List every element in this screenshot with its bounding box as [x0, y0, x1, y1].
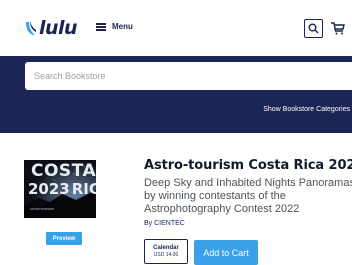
- search-button[interactable]: [304, 19, 323, 38]
- lulu-logo[interactable]: lulu: [24, 17, 78, 39]
- description-line: Deep Sky and Inhabited Nights Panoramas: [144, 177, 352, 189]
- preview-button[interactable]: Preview: [46, 232, 82, 245]
- format-option-calendar[interactable]: Calendar USD 14.00: [144, 239, 188, 264]
- cover-title-year: 2023: [28, 180, 70, 198]
- cover-title-line1: COSTA: [31, 161, 96, 181]
- book-cover-image[interactable]: COSTA 2023RICA ASTROTURISMO: [24, 160, 96, 218]
- author-link[interactable]: CIENTEC: [154, 220, 185, 227]
- format-label: Calendar: [153, 245, 179, 251]
- menu-button[interactable]: Menu: [96, 22, 133, 31]
- cover-footer-text: ASTROTURISMO: [30, 207, 55, 211]
- product-description: Deep Sky and Inhabited Nights Panoramas …: [144, 177, 352, 216]
- description-line: by winning contestants of the: [144, 190, 286, 202]
- author-byline: By CIENTEC: [144, 220, 185, 227]
- format-price: USD 14.00: [153, 252, 179, 258]
- lulu-logo-mark-icon: [26, 20, 36, 35]
- cart-icon[interactable]: [330, 20, 346, 36]
- byline-prefix: By: [144, 220, 153, 227]
- cover-title-word: RICA: [71, 180, 96, 198]
- add-to-cart-button[interactable]: Add to Cart: [194, 240, 258, 265]
- search-input[interactable]: [25, 62, 352, 90]
- search-section: Show Bookstore Categories: [0, 56, 352, 133]
- hamburger-icon: [96, 22, 106, 31]
- description-line: Astrophotography Contest 2022: [144, 203, 300, 215]
- logo-text: lulu: [39, 17, 78, 39]
- cover-title-line2: 2023RICA: [28, 182, 96, 197]
- search-icon: [308, 23, 319, 34]
- top-navigation-bar: lulu Menu: [0, 0, 352, 56]
- product-title: Astro-tourism Costa Rica 2023: [144, 158, 352, 173]
- show-categories-link[interactable]: Show Bookstore Categories: [263, 106, 350, 113]
- menu-label: Menu: [112, 22, 133, 31]
